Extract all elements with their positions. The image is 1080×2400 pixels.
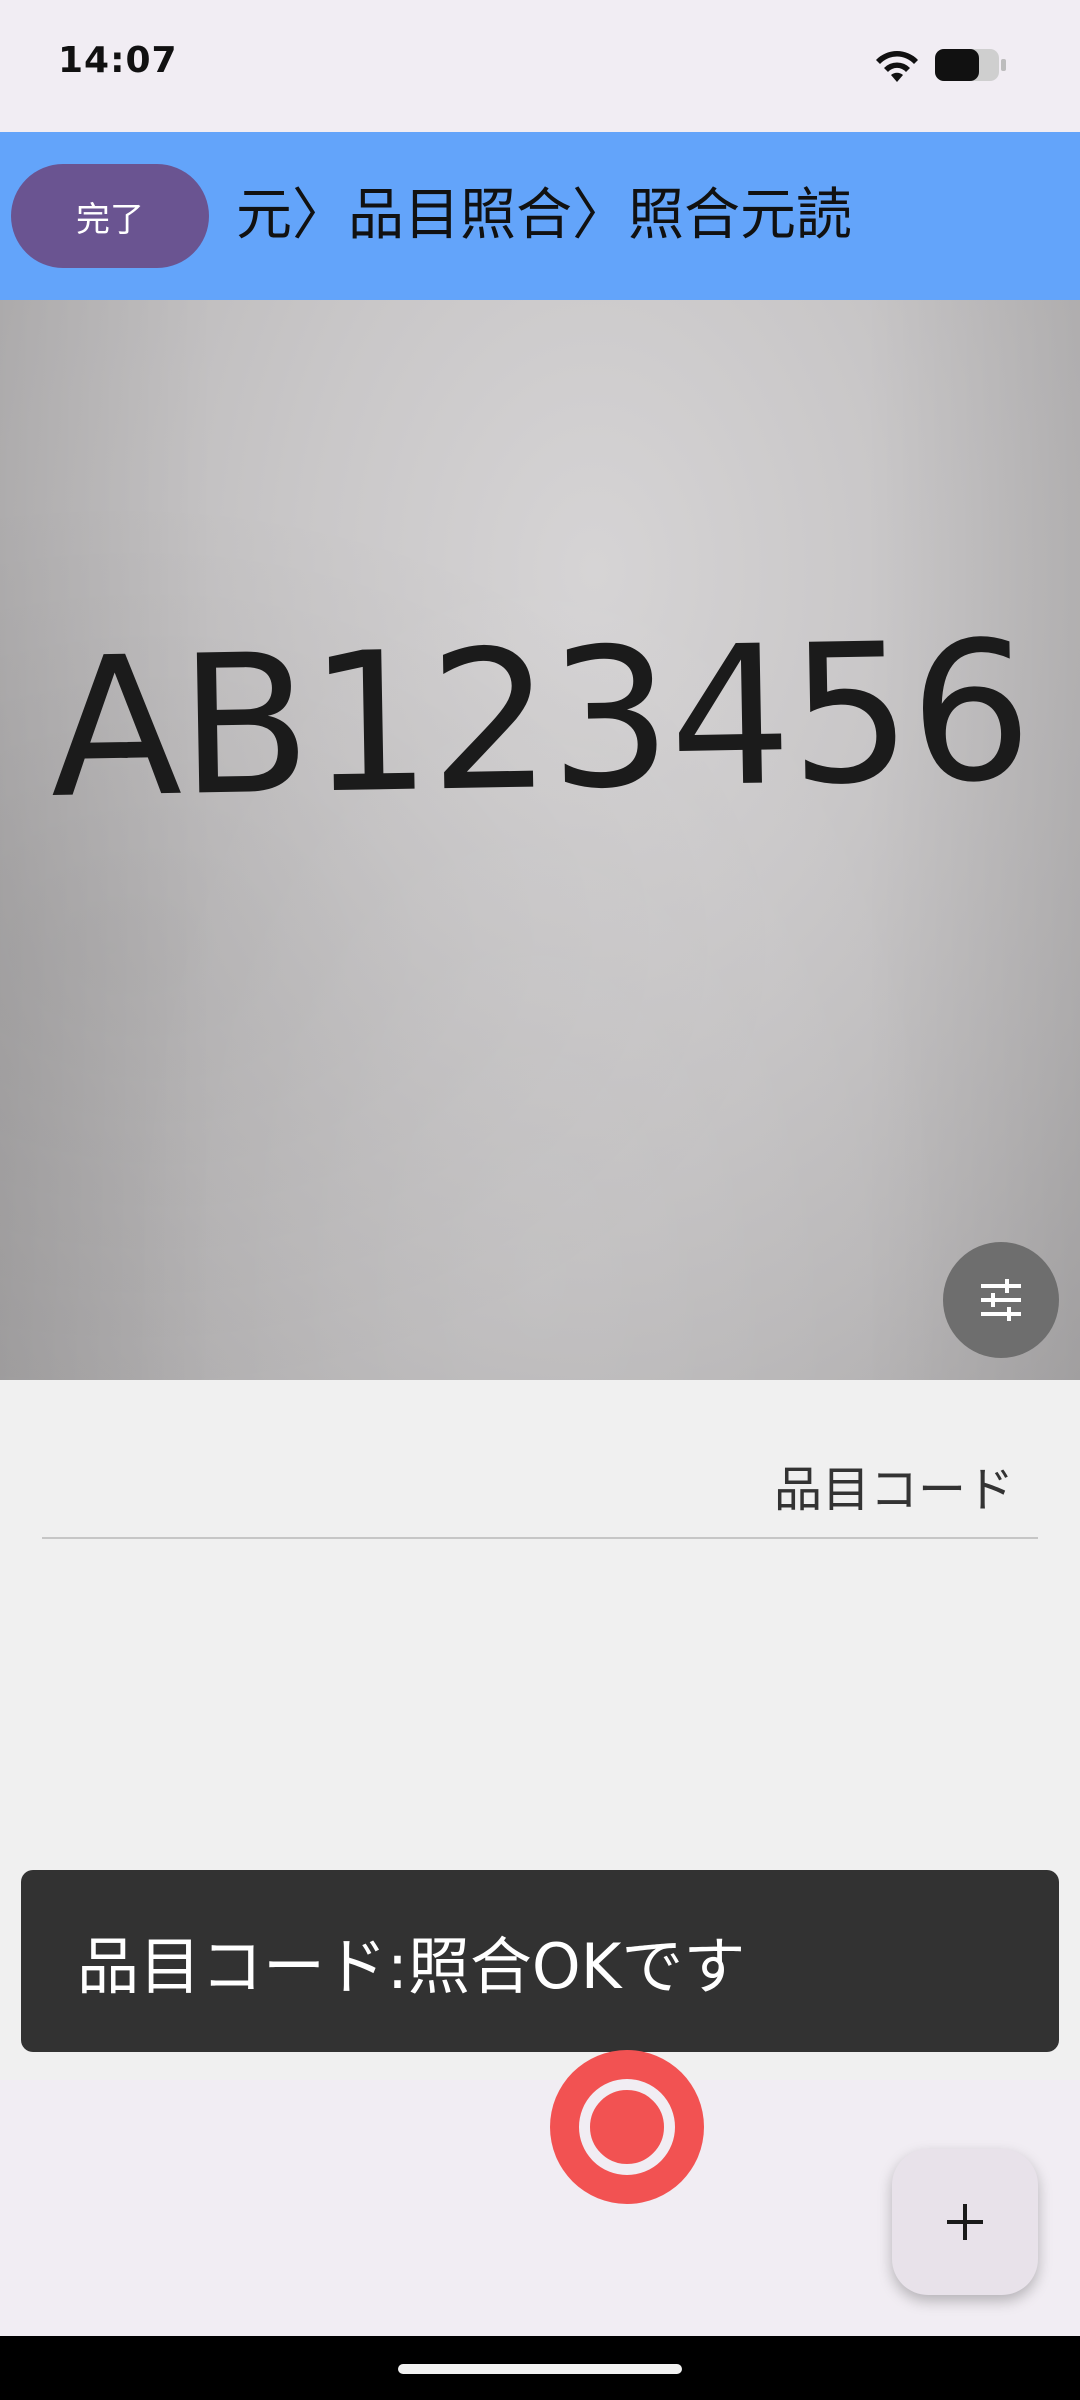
breadcrumb: 元〉品目照合〉照合元読 bbox=[236, 183, 852, 248]
item-code-field-label: 品目コード bbox=[773, 1462, 1014, 1518]
snackbar-message: 品目コード:照合OKです bbox=[77, 1930, 746, 2003]
add-button[interactable] bbox=[892, 2149, 1038, 2295]
item-code-field[interactable] bbox=[42, 1537, 1038, 1539]
status-bar: 14:07 bbox=[0, 0, 1080, 132]
status-time: 14:07 bbox=[58, 40, 178, 81]
camera-settings-button[interactable] bbox=[943, 1242, 1059, 1358]
wifi-icon bbox=[876, 51, 918, 82]
shutter-record-icon bbox=[579, 2079, 675, 2175]
app-screen: 14:07 完了 元〉品目照合〉照合元読 AB123456 品目コード 品目コー… bbox=[0, 0, 1080, 2400]
tune-sliders-icon bbox=[981, 1279, 1021, 1321]
shutter-button[interactable] bbox=[550, 2050, 704, 2204]
snackbar: 品目コード:照合OKです bbox=[21, 1870, 1059, 2052]
camera-preview[interactable]: AB123456 bbox=[0, 300, 1080, 1380]
battery-icon bbox=[935, 49, 1006, 81]
home-indicator[interactable] bbox=[398, 2364, 682, 2374]
done-button[interactable]: 完了 bbox=[11, 164, 209, 268]
app-header: 完了 元〉品目照合〉照合元読 bbox=[0, 132, 1080, 300]
plus-icon bbox=[947, 2204, 983, 2240]
scanned-text: AB123456 bbox=[48, 600, 1032, 841]
camera-shading bbox=[0, 300, 1080, 1380]
